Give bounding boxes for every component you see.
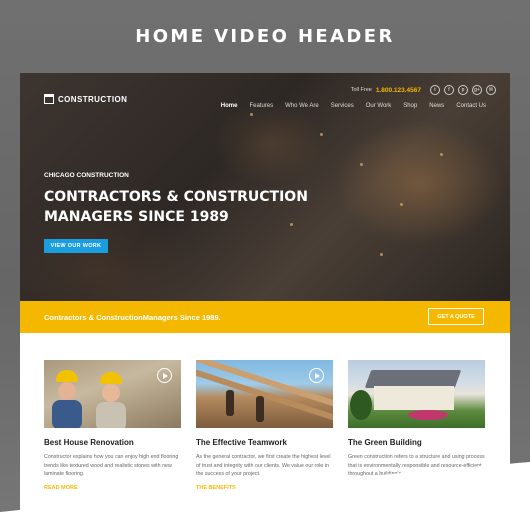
twitter-icon[interactable]: t bbox=[430, 85, 440, 95]
hard-hat-decoration bbox=[56, 370, 78, 382]
google-plus-icon[interactable]: g+ bbox=[472, 85, 482, 95]
nav-item-services[interactable]: Services bbox=[331, 103, 354, 109]
worker-body-decoration bbox=[52, 400, 82, 428]
nav-item-features[interactable]: Features bbox=[249, 103, 273, 109]
worker-silhouette-decoration bbox=[226, 390, 234, 416]
tree-decoration bbox=[350, 390, 372, 420]
spark-decoration bbox=[440, 153, 443, 156]
hard-hat-decoration bbox=[100, 372, 122, 384]
main-nav: Home Features Who We Are Services Our Wo… bbox=[221, 103, 486, 109]
site-logo[interactable]: CONSTRUCTION bbox=[44, 94, 127, 104]
toll-free-number[interactable]: 1.800.123.4567 bbox=[376, 87, 421, 94]
spark-decoration bbox=[400, 203, 403, 206]
nav-item-shop[interactable]: Shop bbox=[403, 103, 417, 109]
worker-face-decoration bbox=[58, 382, 76, 400]
nav-item-who-we-are[interactable]: Who We Are bbox=[285, 103, 319, 109]
hero-headline-line1: CONTRACTORS & CONSTRUCTION bbox=[44, 189, 308, 205]
play-icon[interactable] bbox=[309, 368, 324, 383]
card-image-roof-framing[interactable] bbox=[196, 360, 333, 428]
banner-text: Contractors & ConstructionManagers Since… bbox=[44, 313, 221, 322]
logo-icon bbox=[44, 94, 54, 104]
pinterest-icon[interactable]: p bbox=[458, 85, 468, 95]
hero-video-section: CONSTRUCTION Toll Free 1.800.123.4567 t … bbox=[20, 73, 510, 301]
worker-silhouette-decoration bbox=[256, 396, 264, 422]
page-caption: HOME VIDEO HEADER bbox=[135, 26, 395, 47]
get-a-quote-button[interactable]: GET A QUOTE bbox=[428, 308, 484, 325]
hero-headline-line2: MANAGERS SINCE 1989 bbox=[44, 209, 229, 225]
nav-item-news[interactable]: News bbox=[429, 103, 444, 109]
email-icon[interactable]: ✉ bbox=[486, 85, 496, 95]
toll-free-label: Toll Free bbox=[350, 87, 372, 93]
spark-decoration bbox=[380, 253, 383, 256]
play-icon[interactable] bbox=[157, 368, 172, 383]
nav-item-our-work[interactable]: Our Work bbox=[366, 103, 392, 109]
view-our-work-button[interactable]: VIEW OUR WORK bbox=[44, 239, 108, 253]
worker-face-decoration bbox=[102, 384, 120, 402]
yellow-banner: Contractors & ConstructionManagers Since… bbox=[20, 301, 510, 333]
nav-item-contact-us[interactable]: Contact Us bbox=[456, 103, 486, 109]
flowers-decoration bbox=[408, 410, 448, 420]
hero-eyebrow: CHICAGO CONSTRUCTION bbox=[44, 172, 129, 179]
brand-name: CONSTRUCTION bbox=[58, 94, 128, 104]
card-image-house[interactable] bbox=[348, 360, 485, 428]
facebook-icon[interactable]: f bbox=[444, 85, 454, 95]
top-contact-bar: Toll Free 1.800.123.4567 t f p g+ ✉ bbox=[351, 85, 496, 95]
hero-headline: CONTRACTORS & CONSTRUCTION MANAGERS SINC… bbox=[44, 187, 344, 227]
house-wall-decoration bbox=[374, 386, 454, 410]
nav-item-home[interactable]: Home bbox=[221, 103, 238, 109]
spark-decoration bbox=[250, 113, 253, 116]
spark-decoration bbox=[320, 133, 323, 136]
card-image-workers[interactable] bbox=[44, 360, 181, 428]
spark-decoration bbox=[360, 163, 363, 166]
bottom-curve-decoration bbox=[0, 462, 530, 524]
worker-body-decoration bbox=[96, 402, 126, 428]
